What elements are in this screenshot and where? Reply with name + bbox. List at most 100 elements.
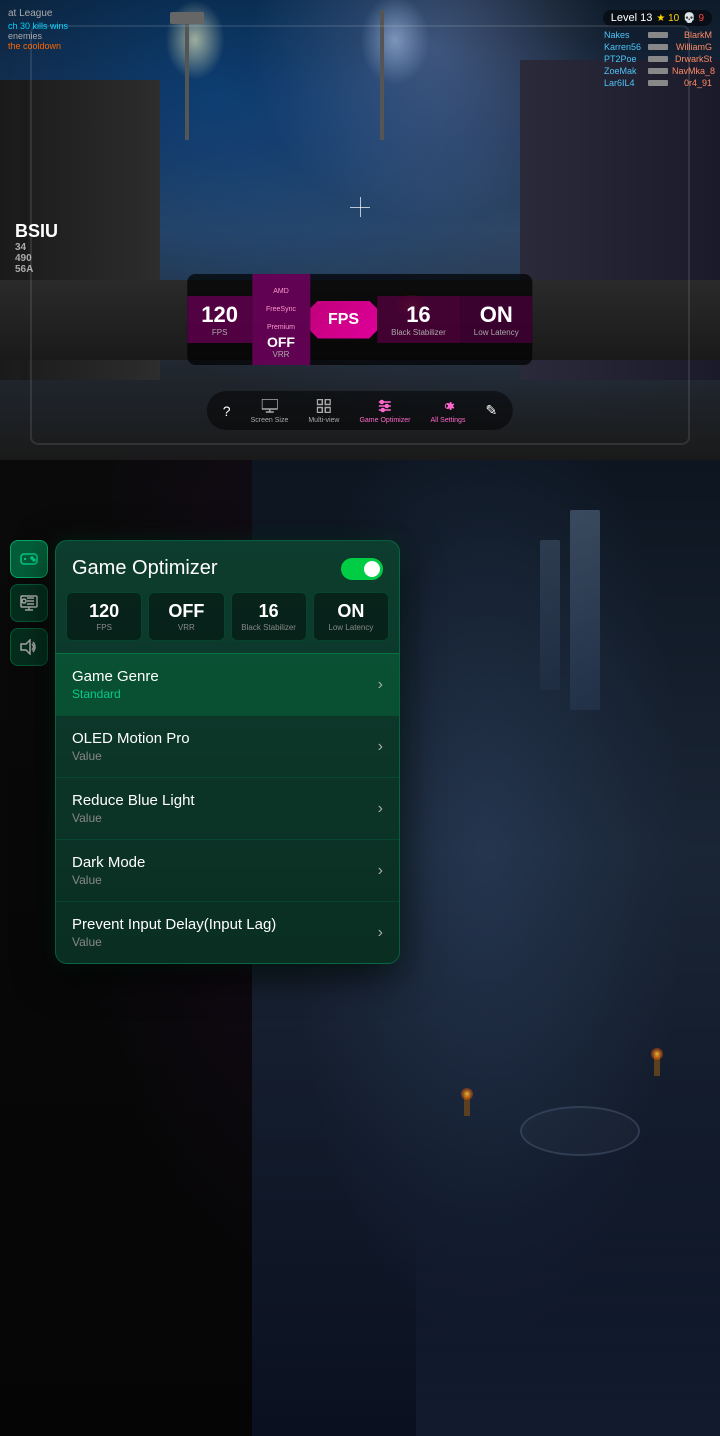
- waterfall-1: [570, 510, 600, 710]
- gun-icon: [648, 44, 668, 50]
- bsiu-text: BSIU 34 490 56A: [15, 221, 58, 275]
- latency-stat: ON Low Latency: [460, 296, 533, 343]
- bs-value: 16: [391, 302, 446, 328]
- torch-flame-left: [461, 1088, 473, 1100]
- side-icon-volume[interactable]: [10, 628, 48, 666]
- gun-icon: [648, 32, 668, 38]
- score-row: Nakes BlarkM: [604, 30, 712, 40]
- bottom-game-section: Game Optimizer 120 FPS OFF VRR 16 Black …: [0, 460, 720, 1436]
- level-text: Level 13: [611, 12, 653, 24]
- active-mode-value: FPS: [328, 311, 359, 328]
- menu-item-game-genre[interactable]: Game Genre Standard ›: [56, 653, 399, 715]
- skull-count: 💀 9: [683, 13, 704, 24]
- snow-ground: [416, 1136, 720, 1436]
- star-count: ★ 10: [656, 13, 679, 24]
- vrr-stat: AMDFreeSyncPremium OFF VRR: [252, 274, 310, 365]
- pencil-icon: ✎: [485, 402, 497, 419]
- torch-left: [464, 1096, 470, 1116]
- score-row: PT2Poe DrwarkSt: [604, 54, 712, 64]
- torch-flame-right: [651, 1048, 663, 1060]
- optimizer-latency-label: Low Latency: [320, 623, 382, 632]
- screen-size-label: Screen Size: [251, 417, 289, 424]
- score-row: Lar6IL4 0r4_91: [604, 78, 712, 88]
- oled-motion-sub: Value: [72, 749, 190, 763]
- optimizer-vrr-value: OFF: [155, 601, 217, 622]
- nav-edit[interactable]: ✎: [485, 402, 497, 419]
- enemies-text: enemies: [8, 31, 68, 41]
- nav-all-settings[interactable]: All Settings: [430, 397, 465, 424]
- dark-mode-sub: Value: [72, 873, 145, 887]
- side-icons-panel: [10, 540, 48, 666]
- reduce-blue-light-sub: Value: [72, 811, 195, 825]
- panel-header: Game Optimizer: [56, 541, 399, 592]
- crosshair: [350, 197, 370, 217]
- waterfall-2: [540, 540, 560, 690]
- stats-bar: 120 FPS AMDFreeSyncPremium OFF VRR FPS 1…: [187, 274, 532, 365]
- light-glow-right: [360, 0, 430, 85]
- optimizer-stats-row: 120 FPS OFF VRR 16 Black Stabilizer ON L…: [56, 592, 399, 653]
- vrr-value: OFF: [266, 334, 296, 350]
- sliders-icon: [376, 397, 394, 415]
- menu-item-input-lag[interactable]: Prevent Input Delay(Input Lag) Value ›: [56, 901, 399, 963]
- match-name: at League: [8, 8, 68, 19]
- torch-right: [654, 1056, 660, 1076]
- optimizer-toggle[interactable]: [341, 558, 383, 580]
- chevron-right-icon: ›: [378, 676, 383, 694]
- multiview-label: Multi-view: [308, 417, 339, 424]
- score-row: ZoeMak NavMka_8: [604, 66, 712, 76]
- gun-icon: [648, 80, 668, 86]
- mode-active[interactable]: FPS: [310, 301, 377, 339]
- optimizer-fps-label: FPS: [73, 623, 135, 632]
- gear-icon: [439, 397, 457, 415]
- chevron-right-icon: ›: [378, 924, 383, 942]
- grid-icon: [315, 397, 333, 415]
- monitor-icon: [260, 397, 278, 415]
- reduce-blue-light-title: Reduce Blue Light: [72, 792, 195, 809]
- fps-value: 120: [201, 302, 238, 328]
- nav-game-optimizer[interactable]: Game Optimizer: [359, 397, 410, 424]
- menu-item-dark-mode[interactable]: Dark Mode Value ›: [56, 839, 399, 901]
- input-lag-title: Prevent Input Delay(Input Lag): [72, 916, 276, 933]
- optimizer-latency-stat: ON Low Latency: [313, 592, 389, 641]
- all-settings-label: All Settings: [430, 417, 465, 424]
- side-icon-display[interactable]: [10, 584, 48, 622]
- side-icon-gamepad[interactable]: [10, 540, 48, 578]
- chevron-right-icon: ›: [378, 738, 383, 756]
- game-genre-title: Game Genre: [72, 668, 159, 685]
- vrr-label: VRR: [266, 350, 296, 359]
- kill-info: ch 30 kills wins: [8, 21, 68, 31]
- streetlight-right: [380, 10, 384, 140]
- chevron-right-icon: ›: [378, 800, 383, 818]
- optimizer-fps-stat: 120 FPS: [66, 592, 142, 641]
- input-lag-sub: Value: [72, 935, 276, 949]
- game-genre-sub: Standard: [72, 687, 159, 701]
- optimizer-latency-value: ON: [320, 601, 382, 622]
- level-badge: Level 13 ★ 10 💀 9: [603, 10, 712, 26]
- menu-item-reduce-blue-light[interactable]: Reduce Blue Light Value ›: [56, 777, 399, 839]
- game-optimizer-panel: Game Optimizer 120 FPS OFF VRR 16 Black …: [55, 540, 400, 964]
- stone-circle: [520, 1106, 640, 1156]
- optimizer-vrr-label: VRR: [155, 623, 217, 632]
- optimizer-bs-value: 16: [238, 601, 300, 622]
- hud-top-left: at League ch 30 kills wins enemies the c…: [8, 8, 68, 51]
- black-stabilizer-stat: 16 Black Stabilizer: [377, 296, 460, 343]
- optimizer-bs-stat: 16 Black Stabilizer: [231, 592, 307, 641]
- bs-label: Black Stabilizer: [391, 328, 446, 337]
- nav-screen-size[interactable]: Screen Size: [251, 397, 289, 424]
- oled-motion-title: OLED Motion Pro: [72, 730, 190, 747]
- dark-mode-title: Dark Mode: [72, 854, 145, 871]
- top-game-section: at League ch 30 kills wins enemies the c…: [0, 0, 720, 460]
- gun-icon: [648, 68, 668, 74]
- cooldown-text: the cooldown: [8, 41, 68, 51]
- latency-value: ON: [474, 302, 519, 328]
- nav-help[interactable]: ?: [223, 403, 231, 419]
- scoreboard: Nakes BlarkM Karren56 WilliamG PT2Poe Dr…: [604, 30, 712, 90]
- menu-item-oled-motion[interactable]: OLED Motion Pro Value ›: [56, 715, 399, 777]
- nav-bar: ? Screen Size: [207, 391, 513, 430]
- gun-icon: [648, 56, 668, 62]
- nav-multiview[interactable]: Multi-view: [308, 397, 339, 424]
- score-row: Karren56 WilliamG: [604, 42, 712, 52]
- fps-label: FPS: [201, 328, 238, 337]
- panel-title: Game Optimizer: [72, 557, 218, 580]
- streetlight-left: [185, 20, 189, 140]
